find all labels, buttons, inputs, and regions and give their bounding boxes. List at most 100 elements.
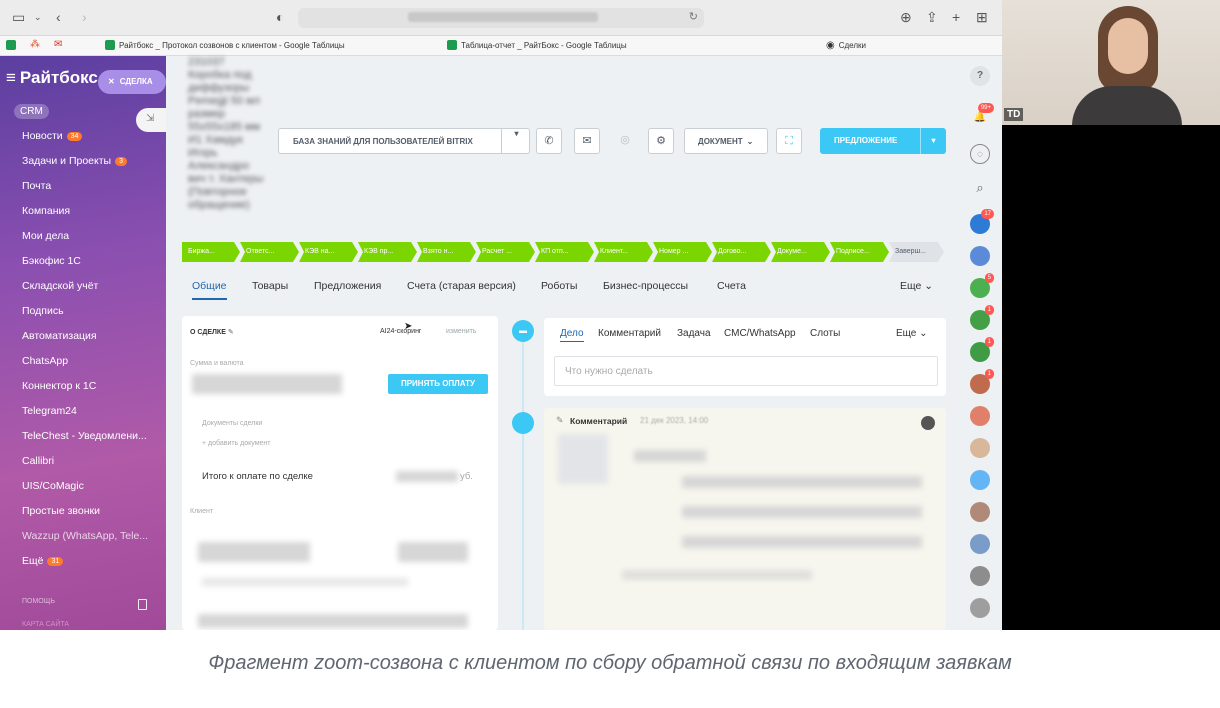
chat-avatar[interactable] — [970, 534, 990, 554]
crm-badge[interactable]: CRM — [14, 104, 49, 119]
stage-item[interactable]: Докуме... — [771, 242, 830, 262]
gear-icon[interactable]: ⚙ — [648, 128, 674, 154]
nav-item-automation[interactable]: Автоматизация — [22, 330, 97, 342]
nav-item-company[interactable]: Компания — [22, 205, 70, 217]
back-icon[interactable]: ‹ — [56, 9, 61, 25]
app-icon[interactable]: ⁂ — [30, 39, 40, 50]
tab-activity-more[interactable]: Еще ⌄ — [896, 328, 928, 339]
tab-todo[interactable]: Задача — [677, 328, 711, 339]
sidebar-toggle-icon[interactable]: ▭ — [12, 9, 25, 26]
stage-item[interactable]: КП отп... — [535, 242, 594, 262]
help-icon[interactable]: ? — [970, 66, 990, 86]
forward-icon[interactable]: › — [82, 9, 87, 25]
reload-icon[interactable]: ↻ — [689, 10, 698, 23]
nav-item-uis[interactable]: UIS/CoMagic — [22, 480, 84, 492]
chat-avatar[interactable] — [970, 470, 990, 490]
chat-avatar[interactable] — [970, 406, 990, 426]
tab-task[interactable]: Дело — [560, 328, 584, 342]
app-logo[interactable]: ≡ Райтбокс — [6, 68, 98, 88]
nav-item-warehouse[interactable]: Складской учёт — [22, 280, 98, 292]
nav-item-callibri[interactable]: Callibri — [22, 455, 54, 467]
tab-offers[interactable]: Предложения — [314, 280, 381, 292]
sitemap-link[interactable]: КАРТА САЙТА — [22, 621, 69, 628]
nav-item-telegram[interactable]: Telegram24 — [22, 405, 77, 417]
help-link[interactable]: ПОМОЩЬ — [22, 598, 55, 605]
chevron-down-icon[interactable]: ▾ — [501, 129, 531, 153]
bookmark-report[interactable]: Таблица-отчет _ РайтБокс - Google Таблиц… — [447, 40, 627, 50]
nav-item-more[interactable]: Ещё 31 — [22, 555, 64, 567]
ai-scoring-link[interactable]: AI24-скоринг — [380, 328, 422, 335]
stage-item[interactable]: Ответс... — [240, 242, 299, 262]
offer-button[interactable]: ПРЕДЛОЖЕНИЕ ▾ — [820, 128, 946, 154]
download-icon[interactable]: ⊕ — [900, 9, 912, 26]
tab-slots[interactable]: Слоты — [810, 328, 840, 339]
todo-input[interactable]: Что нужно сделать — [554, 356, 938, 386]
messenger-icon[interactable]: ◎ — [612, 128, 638, 154]
tab-business-processes[interactable]: Бизнес-процессы — [603, 280, 688, 292]
chat-avatar[interactable] — [970, 566, 990, 586]
tab-products[interactable]: Товары — [252, 280, 288, 292]
nav-item-1c-connector[interactable]: Коннектор к 1С — [22, 380, 96, 392]
deal-chip[interactable]: ✕ СДЕЛКА — [98, 70, 166, 94]
address-bar[interactable]: ↻ — [298, 8, 704, 28]
chat-avatar[interactable] — [970, 502, 990, 522]
author-avatar[interactable] — [921, 416, 935, 430]
menu-icon[interactable]: ≡ — [6, 68, 16, 87]
bookmark-protocol[interactable]: Райтбокс _ Протокол созвонов с клиентом … — [105, 40, 345, 50]
chat-avatar[interactable]: 1 — [970, 369, 994, 394]
chat-avatar[interactable]: 1 — [970, 337, 994, 362]
chat-search-icon[interactable]: ◌ — [970, 144, 990, 164]
group-chat-avatar[interactable] — [970, 246, 990, 266]
mail-icon[interactable]: ✉ — [574, 128, 600, 154]
accept-payment-button[interactable]: ПРИНЯТЬ ОПЛАТУ — [388, 374, 488, 394]
chat-avatar[interactable] — [970, 598, 990, 618]
stage-item[interactable]: Подписе... — [830, 242, 889, 262]
knowledge-base-button[interactable]: БАЗА ЗНАНИЙ ДЛЯ ПОЛЬЗОВАТЕЛЕЙ BITRIX ▾ — [278, 128, 530, 154]
bell-icon[interactable]: 🔔 99+ — [970, 103, 994, 128]
stage-item[interactable]: Клиент... — [594, 242, 653, 262]
chat-avatar[interactable]: 1 — [970, 305, 994, 330]
search-icon[interactable]: ⌕ — [970, 178, 990, 198]
add-document-link[interactable]: + добавить документ — [202, 440, 271, 447]
nav-item-news[interactable]: Новости 34 — [22, 130, 83, 142]
bookmark-deals[interactable]: ◉ Сделки — [826, 40, 866, 51]
stage-item[interactable]: Биржа... — [182, 242, 240, 262]
stage-item[interactable]: Взято н... — [417, 242, 476, 262]
tab-more[interactable]: Еще ⌄ — [900, 280, 933, 292]
expand-icon[interactable]: ⛶ — [776, 128, 802, 154]
tab-invoices-old[interactable]: Счета (старая версия) — [407, 280, 516, 292]
nav-item-telechest[interactable]: TeleChest - Уведомлени... — [22, 430, 147, 442]
stage-item[interactable]: Заверш... — [889, 242, 944, 262]
trash-icon[interactable] — [138, 599, 147, 610]
chat-avatar[interactable] — [970, 438, 990, 458]
privacy-icon[interactable]: ◐ — [276, 9, 284, 25]
close-icon[interactable]: ✕ — [108, 77, 115, 86]
pin-panel-button[interactable]: ⇲ — [136, 108, 166, 132]
change-link[interactable]: изменить — [446, 328, 476, 335]
chat-avatar[interactable]: 5 — [970, 273, 994, 298]
stage-item[interactable]: Расчет ... — [476, 242, 535, 262]
stage-item[interactable]: КЭВ пр... — [358, 242, 417, 262]
nav-item-mail[interactable]: Почта — [22, 180, 51, 192]
nav-item-simple-calls[interactable]: Простые звонки — [22, 505, 100, 517]
stage-item[interactable]: КЭВ на... — [299, 242, 358, 262]
new-tab-icon[interactable]: + — [952, 9, 960, 25]
tab-comment[interactable]: Комментарий — [598, 328, 661, 339]
mail-icon[interactable]: ✉ — [54, 39, 62, 50]
tab-sms-whatsapp[interactable]: СМС/WhatsApp — [724, 328, 796, 339]
chevron-down-icon[interactable]: ⌄ — [34, 12, 42, 23]
nav-item-signature[interactable]: Подпись — [22, 305, 64, 317]
nav-item-wazzup[interactable]: Wazzup (WhatsApp, Tele... — [22, 530, 148, 542]
nav-item-backoffice[interactable]: Бэкофис 1С — [22, 255, 81, 267]
chevron-down-icon[interactable]: ▾ — [920, 128, 946, 154]
stage-item[interactable]: Догово... — [712, 242, 771, 262]
tab-robots[interactable]: Роботы — [541, 280, 577, 292]
nav-item-tasks[interactable]: Задачи и Проекты 3 — [22, 155, 127, 167]
nav-item-my-tasks[interactable]: Мои дела — [22, 230, 69, 242]
tab-overview-icon[interactable]: ⊞ — [976, 9, 988, 26]
sheets-icon[interactable] — [6, 40, 16, 50]
document-button[interactable]: ДОКУМЕНТ ⌄ — [684, 128, 768, 154]
chat-avatar[interactable]: 17 — [970, 209, 994, 234]
stage-item[interactable]: Номер ... — [653, 242, 712, 262]
share-icon[interactable]: ⇪ — [926, 9, 938, 26]
